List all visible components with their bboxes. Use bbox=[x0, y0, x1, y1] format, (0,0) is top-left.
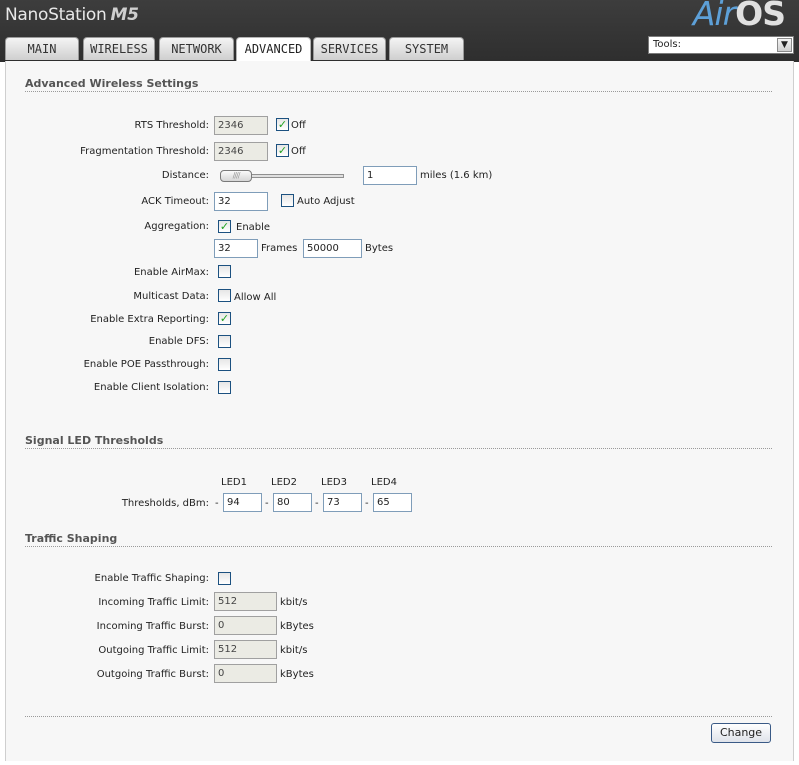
poe-passthrough-checkbox[interactable] bbox=[218, 358, 231, 371]
dfs-checkbox[interactable] bbox=[218, 335, 231, 348]
brand: NanoStation M5 bbox=[5, 5, 139, 25]
outgoing-burst-unit: kBytes bbox=[280, 669, 314, 680]
tools-select-value: Tools: bbox=[653, 39, 682, 50]
aggregation-bytes-input[interactable] bbox=[303, 239, 362, 258]
rts-off-checkbox[interactable]: ✓ bbox=[276, 118, 289, 131]
logo-os: OS bbox=[735, 0, 786, 33]
chevron-down-icon[interactable]: ▼ bbox=[777, 38, 792, 52]
dash-separator: - bbox=[365, 498, 369, 509]
section-title-signal-led: Signal LED Thresholds bbox=[25, 434, 164, 447]
led3-threshold-input[interactable] bbox=[323, 493, 362, 512]
frag-off-checkbox[interactable]: ✓ bbox=[276, 144, 289, 157]
ack-timeout-label: ACK Timeout: bbox=[141, 196, 209, 207]
extra-reporting-checkbox[interactable]: ✓ bbox=[218, 312, 231, 325]
incoming-burst-label: Incoming Traffic Burst: bbox=[96, 621, 209, 632]
ack-auto-adjust-label: Auto Adjust bbox=[297, 196, 355, 207]
header-bar: NanoStation M5 AirOS MAIN WIRELESS NETWOR… bbox=[0, 0, 799, 62]
rts-threshold-label: RTS Threshold: bbox=[134, 120, 209, 131]
section-title-advanced-wireless: Advanced Wireless Settings bbox=[25, 77, 199, 90]
outgoing-limit-unit: kbit/s bbox=[280, 645, 308, 656]
tab-system[interactable]: SYSTEM bbox=[389, 37, 464, 60]
poe-passthrough-label: Enable POE Passthrough: bbox=[83, 359, 209, 370]
multicast-allow-all-label: Allow All bbox=[234, 292, 277, 303]
aggregation-bytes-label: Bytes bbox=[365, 243, 394, 254]
tools-select[interactable]: Tools: ▼ bbox=[648, 36, 794, 54]
client-isolation-checkbox[interactable] bbox=[218, 381, 231, 394]
incoming-limit-label: Incoming Traffic Limit: bbox=[98, 597, 209, 608]
led2-header: LED2 bbox=[271, 477, 297, 488]
led1-threshold-input[interactable] bbox=[223, 493, 262, 512]
outgoing-burst-input[interactable] bbox=[214, 664, 277, 683]
section-title-traffic-shaping: Traffic Shaping bbox=[25, 532, 118, 545]
rts-off-label: Off bbox=[291, 120, 306, 131]
section-divider bbox=[25, 546, 772, 547]
client-isolation-label: Enable Client Isolation: bbox=[93, 382, 209, 393]
brand-name: NanoStation bbox=[5, 5, 107, 25]
dash-separator: - bbox=[315, 498, 319, 509]
led3-header: LED3 bbox=[321, 477, 347, 488]
aggregation-enable-checkbox[interactable]: ✓ bbox=[218, 220, 231, 233]
aggregation-frames-input[interactable] bbox=[214, 239, 258, 258]
airmax-checkbox[interactable] bbox=[218, 265, 231, 278]
tab-wireless[interactable]: WIRELESS bbox=[83, 37, 155, 60]
dfs-label: Enable DFS: bbox=[148, 336, 209, 347]
multicast-label: Multicast Data: bbox=[133, 291, 209, 302]
led4-threshold-input[interactable] bbox=[373, 493, 412, 512]
extra-reporting-label: Enable Extra Reporting: bbox=[90, 314, 209, 325]
outgoing-limit-input[interactable] bbox=[214, 640, 277, 659]
frag-threshold-label: Fragmentation Threshold: bbox=[80, 146, 209, 157]
dash-separator: - bbox=[215, 498, 219, 509]
outgoing-limit-label: Outgoing Traffic Limit: bbox=[98, 645, 209, 656]
thresholds-label: Thresholds, dBm: bbox=[121, 498, 209, 509]
led2-threshold-input[interactable] bbox=[273, 493, 312, 512]
incoming-limit-unit: kbit/s bbox=[280, 597, 308, 608]
multicast-allow-all-checkbox[interactable] bbox=[218, 289, 231, 302]
section-divider bbox=[25, 91, 772, 92]
traffic-shaping-enable-label: Enable Traffic Shaping: bbox=[94, 573, 209, 584]
led1-header: LED1 bbox=[221, 477, 247, 488]
distance-slider-handle[interactable]: //// bbox=[220, 170, 252, 182]
distance-label: Distance: bbox=[161, 170, 209, 181]
tab-services[interactable]: SERVICES bbox=[313, 37, 386, 60]
aggregation-enable-label: Enable bbox=[236, 222, 271, 233]
footer-divider bbox=[25, 716, 772, 717]
brand-model: M5 bbox=[110, 5, 139, 25]
tab-main[interactable]: MAIN bbox=[5, 37, 79, 60]
frag-threshold-input[interactable] bbox=[214, 142, 268, 161]
incoming-burst-input[interactable] bbox=[214, 616, 277, 635]
rts-threshold-input[interactable] bbox=[214, 116, 268, 135]
led4-header: LED4 bbox=[371, 477, 397, 488]
outgoing-burst-label: Outgoing Traffic Burst: bbox=[96, 669, 209, 680]
logo-air: Air bbox=[692, 0, 736, 33]
section-divider bbox=[25, 448, 772, 449]
distance-unit: miles (1.6 km) bbox=[420, 170, 493, 181]
airmax-label: Enable AirMax: bbox=[133, 267, 209, 278]
dash-separator: - bbox=[265, 498, 269, 509]
tab-advanced[interactable]: ADVANCED bbox=[236, 37, 311, 62]
incoming-burst-unit: kBytes bbox=[280, 621, 314, 632]
ack-auto-adjust-checkbox[interactable] bbox=[281, 194, 294, 207]
ack-timeout-input[interactable] bbox=[214, 192, 268, 211]
aggregation-label: Aggregation: bbox=[144, 221, 209, 232]
tab-network[interactable]: NETWORK bbox=[159, 37, 234, 60]
aggregation-frames-label: Frames bbox=[261, 243, 298, 254]
traffic-shaping-checkbox[interactable] bbox=[218, 572, 231, 585]
airos-logo: AirOS bbox=[692, 0, 786, 33]
distance-input[interactable] bbox=[363, 166, 417, 185]
frag-off-label: Off bbox=[291, 146, 306, 157]
incoming-limit-input[interactable] bbox=[214, 592, 277, 611]
change-button[interactable]: Change bbox=[711, 723, 771, 743]
